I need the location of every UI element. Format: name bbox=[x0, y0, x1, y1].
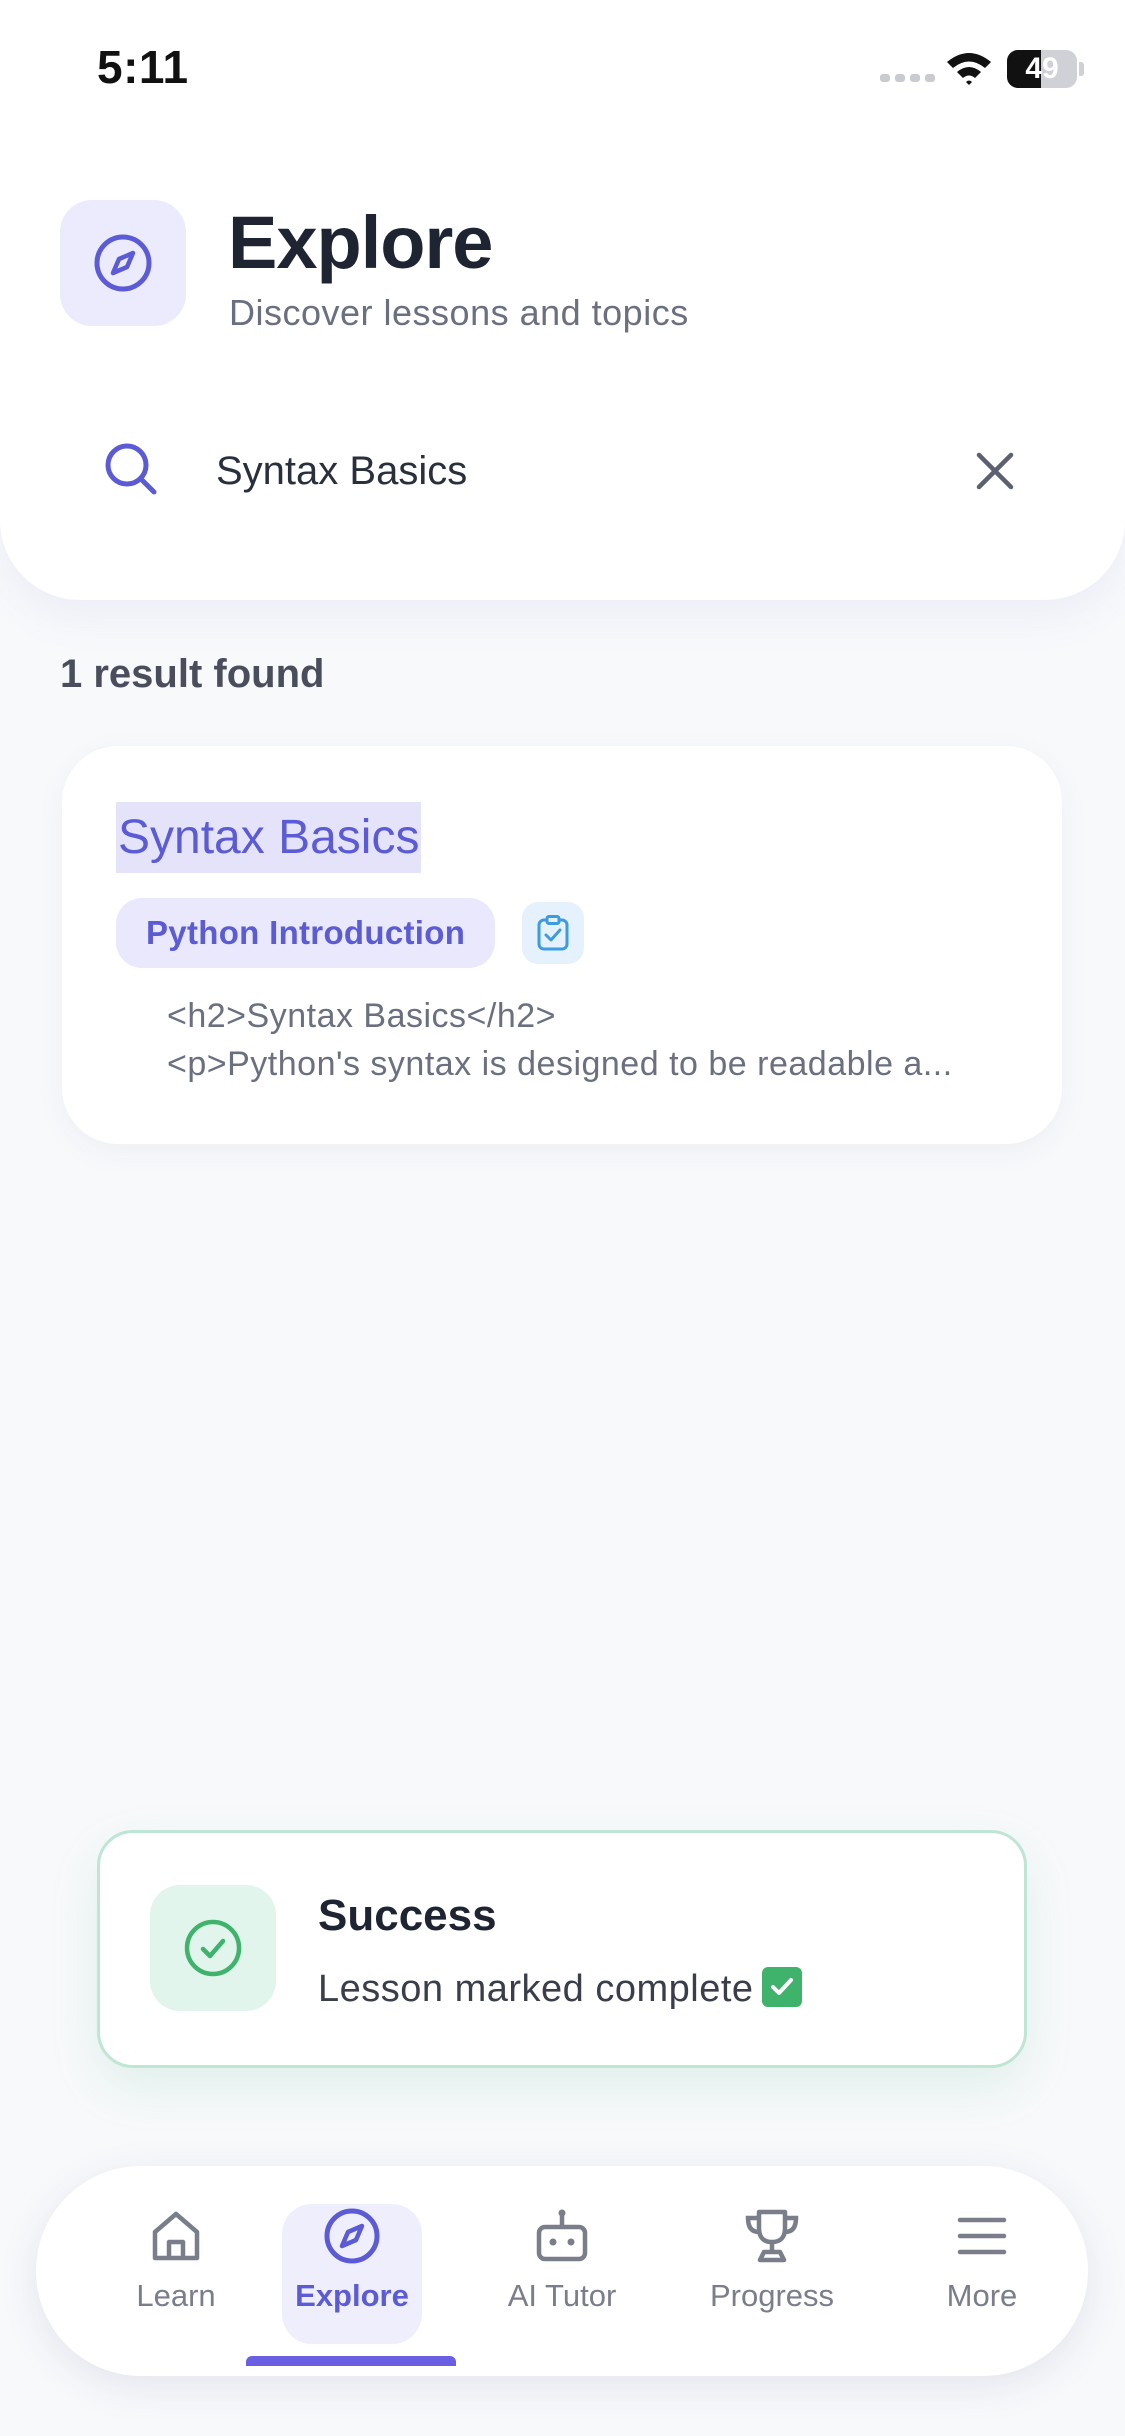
search-result-card[interactable]: Syntax Basics Python Introduction <h2>Sy… bbox=[62, 746, 1062, 1144]
toast-title: Success bbox=[318, 1891, 497, 1940]
tab-more[interactable]: More bbox=[902, 2196, 1062, 2346]
tab-label: Progress bbox=[709, 2278, 835, 2313]
result-preview: <h2>Syntax Basics</h2> <p>Python's synta… bbox=[167, 992, 1027, 1088]
status-bar: 5:11 49 bbox=[0, 0, 1125, 130]
compass-icon bbox=[324, 2208, 380, 2264]
status-time: 5:11 bbox=[97, 41, 189, 93]
tab-label: More bbox=[946, 2278, 1018, 2313]
check-mark-emoji-icon bbox=[761, 1967, 802, 2007]
result-count: 1 result found bbox=[60, 652, 325, 696]
preview-line: <p>Python's syntax is designed to be rea… bbox=[167, 1045, 953, 1083]
search-input[interactable] bbox=[216, 440, 976, 502]
robot-icon bbox=[536, 2209, 588, 2262]
wifi-icon bbox=[947, 53, 991, 85]
tab-ai-tutor[interactable]: AI Tutor bbox=[482, 2196, 642, 2346]
clipboard-check-icon bbox=[522, 902, 584, 964]
battery-level: 49 bbox=[1025, 52, 1059, 85]
tab-explore[interactable]: Explore bbox=[272, 2196, 432, 2346]
trophy-icon bbox=[745, 2209, 799, 2263]
tab-progress[interactable]: Progress bbox=[692, 2196, 852, 2346]
search-icon bbox=[105, 443, 157, 495]
compass-icon bbox=[60, 200, 186, 326]
battery-cap bbox=[1079, 62, 1084, 76]
result-title[interactable]: Syntax Basics bbox=[116, 802, 422, 873]
close-icon[interactable] bbox=[970, 446, 1020, 496]
check-circle-icon bbox=[150, 1885, 276, 2011]
page-title: Explore bbox=[228, 201, 493, 284]
success-toast[interactable]: Success Lesson marked complete bbox=[97, 1830, 1027, 2068]
battery-icon: 49 bbox=[1007, 50, 1077, 88]
search-bar[interactable] bbox=[60, 410, 1060, 530]
toast-message: Lesson marked complete bbox=[318, 1967, 802, 2011]
course-tag: Python Introduction bbox=[116, 898, 496, 968]
tab-label: AI Tutor bbox=[507, 2278, 617, 2313]
home-icon bbox=[152, 2211, 200, 2261]
preview-line: <h2>Syntax Basics</h2> bbox=[167, 997, 557, 1035]
tab-label: Explore bbox=[295, 2278, 409, 2313]
cellular-signal-icon bbox=[880, 74, 935, 82]
toast-message-text: Lesson marked complete bbox=[318, 1968, 754, 2010]
page-subtitle: Discover lessons and topics bbox=[229, 292, 689, 333]
active-tab-indicator bbox=[246, 2356, 456, 2366]
tab-label: Learn bbox=[136, 2278, 216, 2313]
bottom-tab-bar: Learn Explore AI Tutor Progress More bbox=[36, 2166, 1088, 2376]
menu-icon bbox=[957, 2217, 1007, 2255]
tab-learn[interactable]: Learn bbox=[96, 2196, 256, 2346]
